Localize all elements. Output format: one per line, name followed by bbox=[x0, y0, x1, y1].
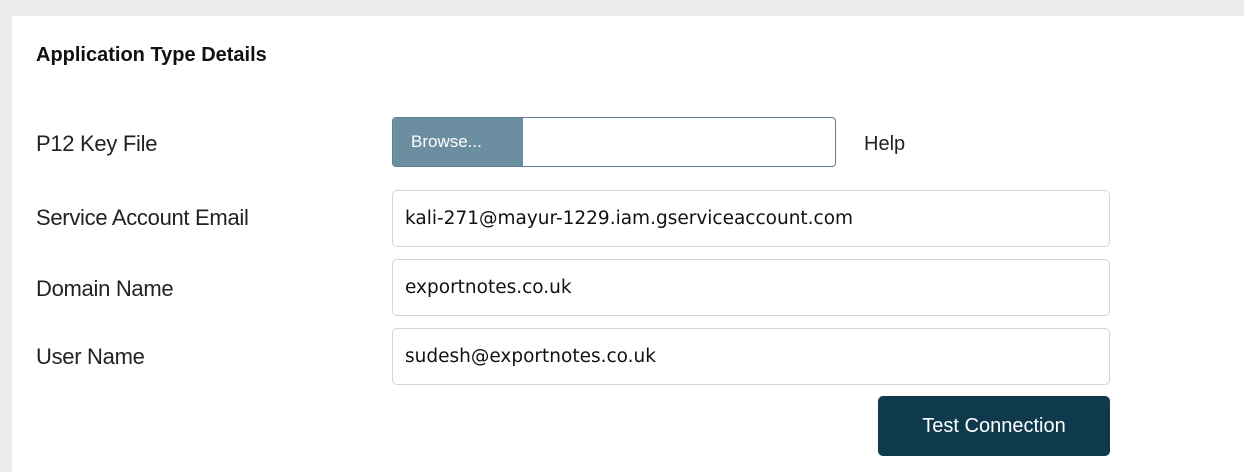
p12-key-file-picker[interactable]: Browse... bbox=[392, 117, 836, 167]
service-account-email-input[interactable] bbox=[392, 190, 1110, 247]
p12-key-file-label: P12 Key File bbox=[36, 131, 158, 156]
domain-name-input[interactable] bbox=[392, 259, 1110, 316]
user-name-label: User Name bbox=[36, 344, 145, 369]
section-title: Application Type Details bbox=[36, 44, 267, 66]
browse-button[interactable]: Browse... bbox=[393, 118, 523, 166]
p12-file-name-field[interactable] bbox=[523, 118, 835, 166]
user-name-input[interactable] bbox=[392, 328, 1110, 385]
domain-name-label: Domain Name bbox=[36, 276, 174, 301]
page-frame: Application Type Details P12 Key File Br… bbox=[0, 0, 1244, 472]
service-account-email-label: Service Account Email bbox=[36, 205, 249, 230]
help-link[interactable]: Help bbox=[864, 133, 905, 156]
test-connection-button[interactable]: Test Connection bbox=[878, 396, 1110, 456]
application-type-details-panel: Application Type Details P12 Key File Br… bbox=[12, 16, 1244, 472]
